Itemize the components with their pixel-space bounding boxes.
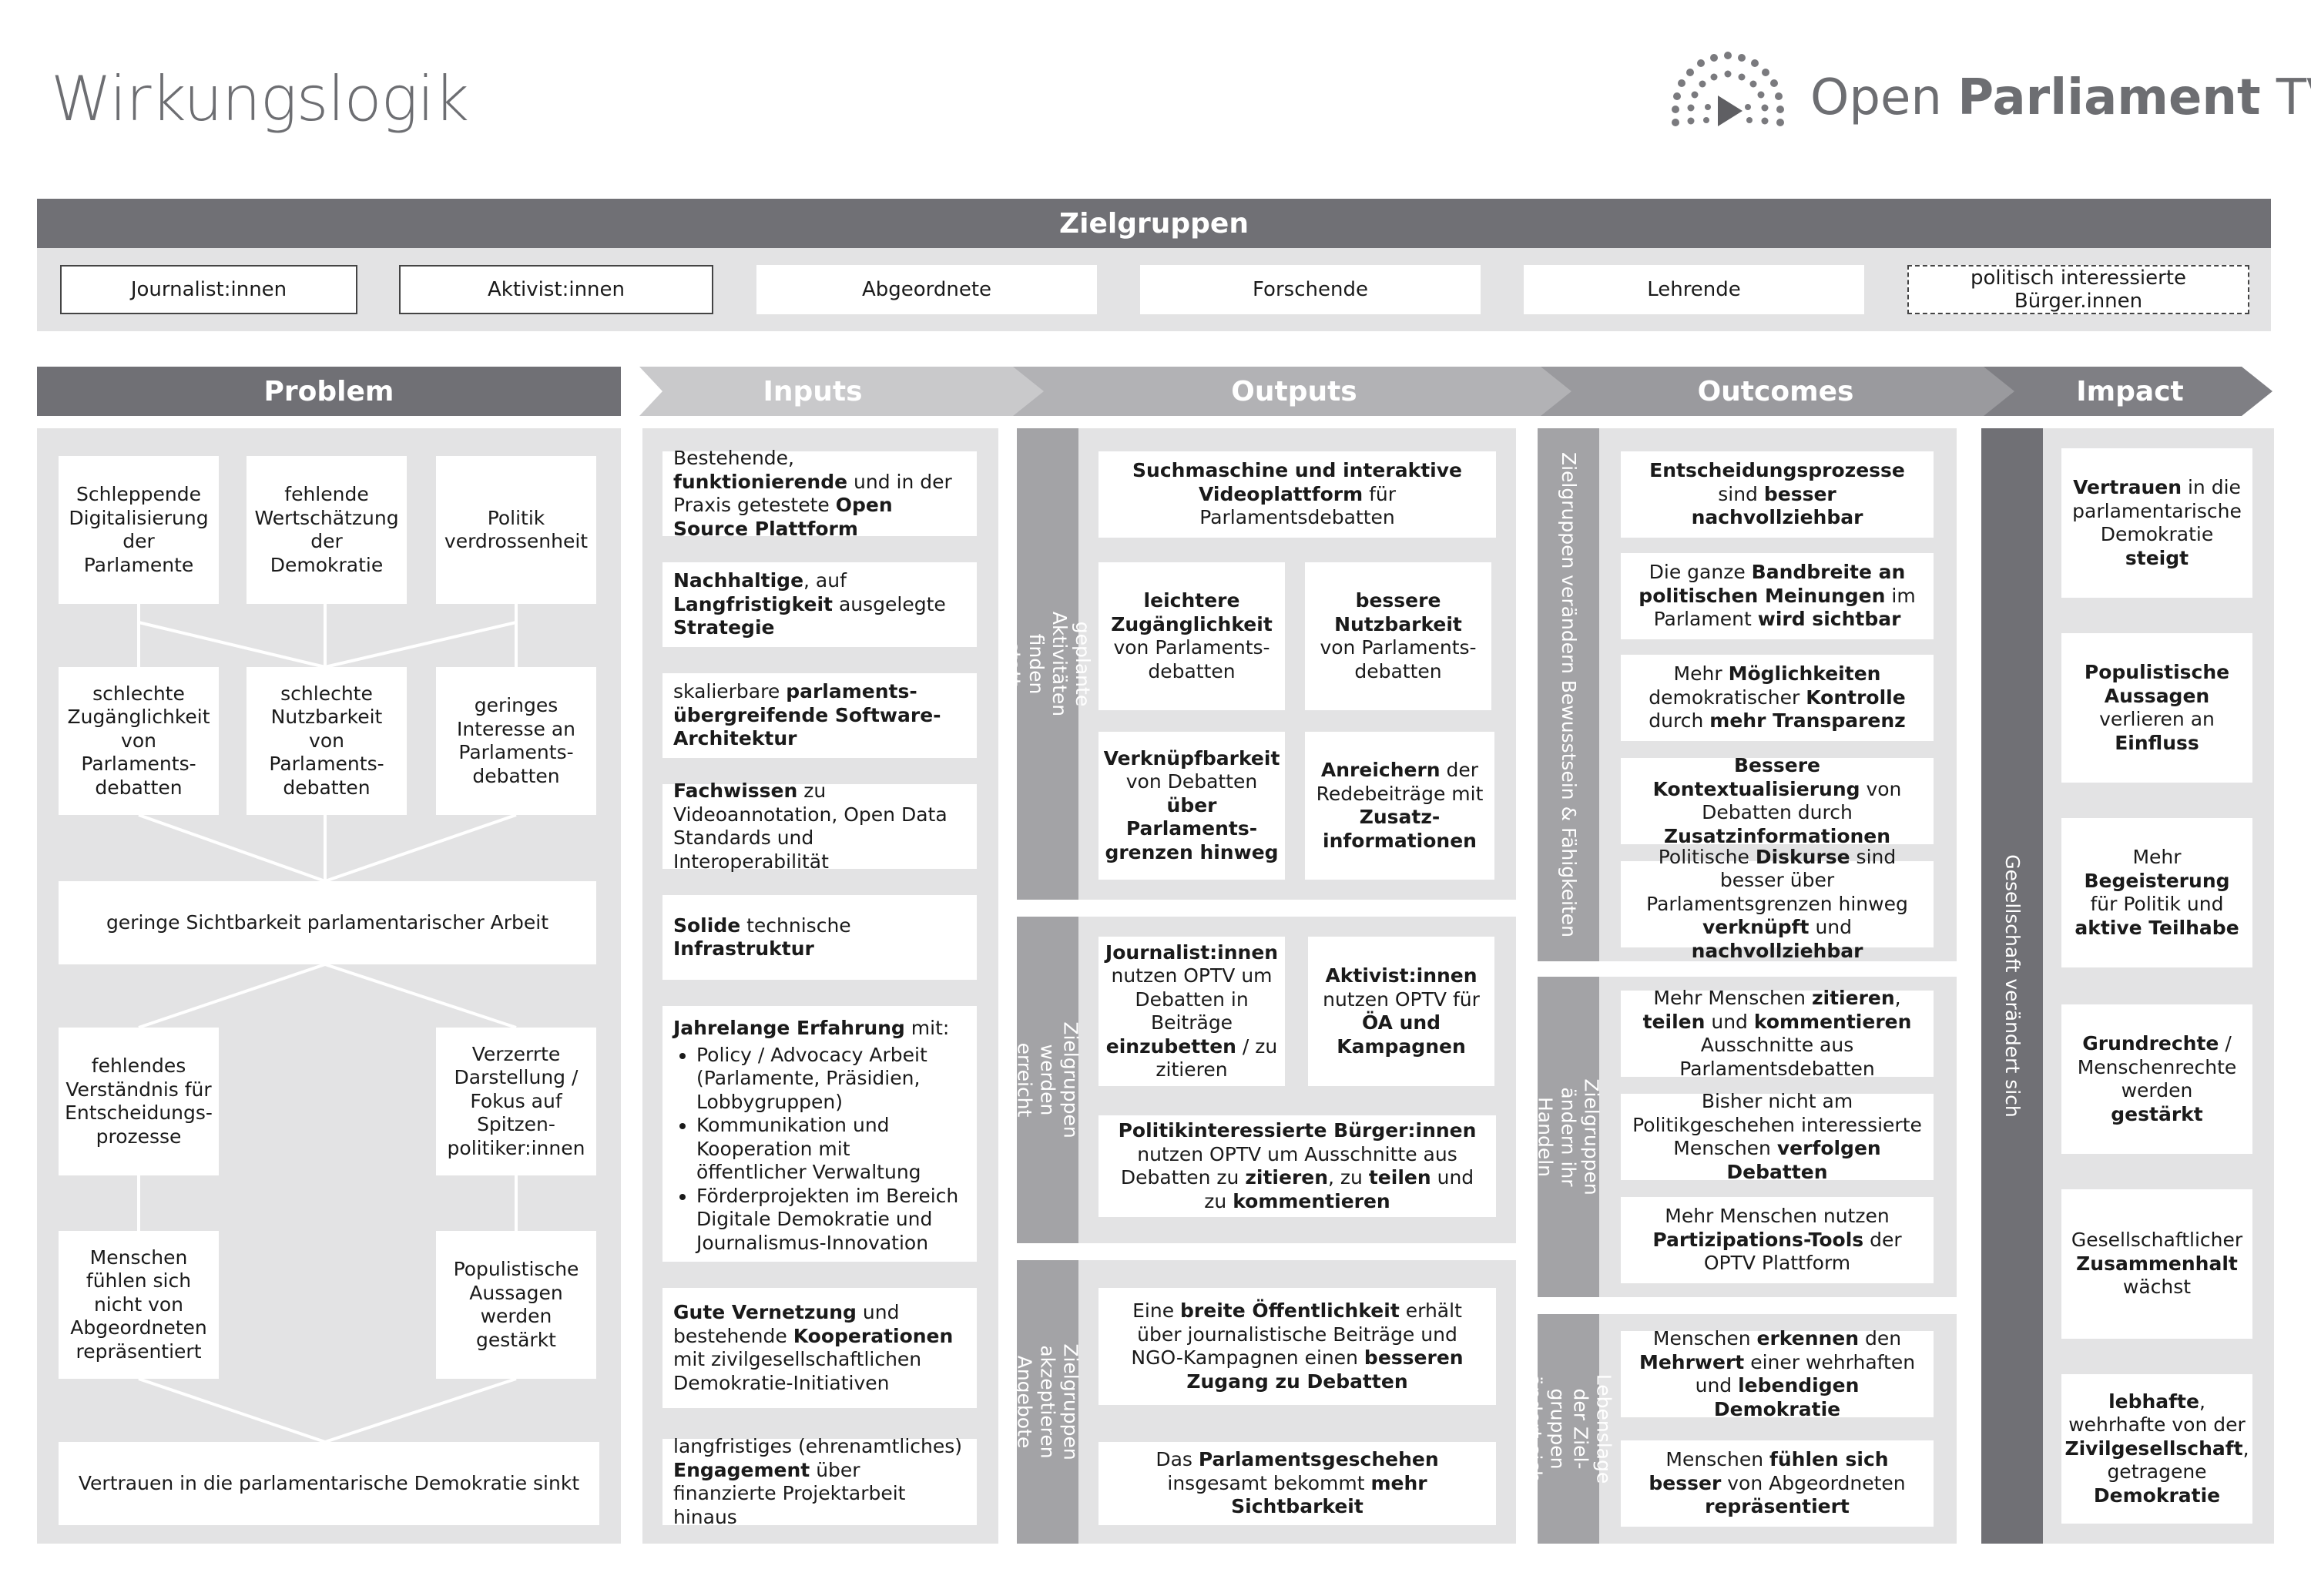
input-experience: Jahrelange Erfahrung mit: Policy / Advoc… bbox=[662, 1006, 977, 1262]
outcomes-label-situation: Lebenslage der Ziel-gruppen ändert sich bbox=[1523, 1314, 1615, 1544]
output-usability: bessere Nutzbarkeit von Parlaments-debat… bbox=[1305, 562, 1491, 710]
input-network: Gute Vernetzung und bestehende Kooperati… bbox=[662, 1288, 977, 1408]
input-infrastructure: Solide technische Infrastruktur bbox=[662, 895, 977, 980]
target-group-activists: Aktivist:innen bbox=[399, 265, 713, 314]
problem-slow-digitalisation: Schleppende Digitalisierung der Parlamen… bbox=[59, 456, 219, 604]
outcome-decision-processes: Entscheidungsprozesse sind besser nachvo… bbox=[1621, 451, 1934, 538]
input-engagement: langfristiges (ehrenamtliches) Engagemen… bbox=[662, 1435, 977, 1528]
impact-label-society: Gesellschaft verändert sich bbox=[1981, 428, 2043, 1544]
column-header-impact: Impact bbox=[2076, 375, 2184, 407]
input-architecture: skalierbare parlaments-übergreifende Sof… bbox=[662, 673, 977, 758]
output-linkability: Verknüpfbarkeit von Debatten über Parlam… bbox=[1098, 732, 1285, 880]
output-activists: Aktivist:innen nutzen OPTV für ÖA und Ka… bbox=[1308, 937, 1494, 1086]
impact-rights-strengthened: Grundrechte / Menschenrechte werden gest… bbox=[2061, 1004, 2252, 1154]
outcome-quote-share: Mehr Menschen zitieren, teilen und komme… bbox=[1621, 987, 1934, 1080]
problem-low-visibility: geringe Sichtbarkeit parlamentarischer A… bbox=[59, 881, 596, 964]
logo-text: Open Parliament TV bbox=[1810, 69, 2311, 126]
column-header-problem: Problem bbox=[263, 375, 394, 407]
output-journalists: Journalist:innen nutzen OPTV um Debatten… bbox=[1098, 937, 1285, 1086]
target-group-journalists: Journalist:innen bbox=[60, 265, 357, 314]
list-item: Förderprojekten im Bereich Digitale Demo… bbox=[696, 1185, 966, 1256]
output-parliament-visibility: Das Parlamentsgeschehen insgesamt bekomm… bbox=[1098, 1442, 1496, 1525]
impact-enthusiasm: Mehr Begeisterung für Politik und aktive… bbox=[2061, 818, 2252, 967]
output-citizens: Politikinteressierte Bürger:innen nutzen… bbox=[1098, 1115, 1496, 1217]
experience-list: Policy / Advocacy Arbeit (Parlamente, Pr… bbox=[696, 1044, 966, 1256]
zielgruppen-header: Zielgruppen bbox=[37, 199, 2271, 248]
outcome-range-of-opinions: Die ganze Bandbreite an politischen Mein… bbox=[1621, 553, 1934, 639]
list-item: Policy / Advocacy Arbeit (Parlamente, Pr… bbox=[696, 1044, 966, 1115]
outcome-recognise-value: Menschen erkennen den Mehrwert einer weh… bbox=[1621, 1327, 1934, 1420]
problem-trust-declines: Vertrauen in die parlamentarische Demokr… bbox=[59, 1442, 599, 1525]
outputs-label-reached: Zielgruppen werden erreicht bbox=[1014, 917, 1082, 1243]
target-group-mps: Abgeordnete bbox=[756, 265, 1097, 314]
page-title: Wirkungslogik bbox=[51, 63, 469, 135]
outcomes-label-behaviour: Zielgruppen ändern ihr Handeln bbox=[1535, 977, 1603, 1297]
output-public: Eine breite Öffentlichkeit erhält über j… bbox=[1098, 1288, 1496, 1405]
input-strategy: Nachhaltige, auf Langfristigkeit ausgele… bbox=[662, 562, 977, 647]
problem-poor-usability: schlechte Nutzbarkeit von Parlaments-deb… bbox=[247, 667, 407, 815]
target-group-researchers: Forschende bbox=[1140, 265, 1481, 314]
output-search-engine: Suchmaschine und interaktive Videoplattf… bbox=[1098, 451, 1496, 538]
input-platform: Bestehende, funktionierende und in der P… bbox=[662, 447, 977, 540]
column-header-outputs: Outputs bbox=[1231, 375, 1357, 407]
impact-lively-democracy: lebhafte, wehrhafte von der Zivilgesells… bbox=[2061, 1374, 2252, 1524]
column-header-inputs: Inputs bbox=[763, 375, 863, 407]
outcome-feel-represented: Menschen fühlen sich besser von Abgeordn… bbox=[1621, 1440, 1934, 1527]
logo-dots-icon bbox=[1672, 52, 1784, 126]
outputs-label-accepted: Zielgruppen akzeptieren Angebote bbox=[1014, 1260, 1082, 1544]
impact-cohesion: Gesellschaftlicher Zusammenhalt wächst bbox=[2061, 1189, 2252, 1339]
outcome-follow-debates: Bisher nicht am Politikgeschehen interes… bbox=[1621, 1090, 1934, 1183]
outcome-discourses: Politische Diskurse sind besser über Par… bbox=[1621, 846, 1934, 962]
outcome-participation-tools: Mehr Menschen nutzen Partizipations-Tool… bbox=[1621, 1197, 1934, 1283]
problem-political-disenchantment: Politik verdrossenheit bbox=[436, 456, 596, 604]
impact-trust-rises: Vertrauen in die parlamentarische Demokr… bbox=[2061, 448, 2252, 598]
target-group-teachers: Lehrende bbox=[1524, 265, 1864, 314]
problem-not-represented: Menschen fühlen sich nicht von Abgeordne… bbox=[59, 1231, 219, 1379]
outcome-democratic-control: Mehr Möglichkeiten demokratischer Kontro… bbox=[1621, 655, 1934, 741]
outcomes-label-awareness: Zielgruppen verändern Bewusstsein & Fähi… bbox=[1538, 428, 1599, 961]
outcome-contextualisation: Bessere Kontextualisierung von Debatten … bbox=[1621, 754, 1934, 847]
output-enrichment: Anreichern der Redebeiträge mit Zusatz-i… bbox=[1305, 732, 1494, 880]
problem-distorted-portrayal: Verzerrte Darstellung / Fokus auf Spitze… bbox=[436, 1028, 596, 1175]
problem-populism-strengthened: Populistische Aussagen werden gestärkt bbox=[436, 1231, 596, 1379]
column-header-outcomes: Outcomes bbox=[1697, 375, 1854, 407]
problem-low-interest: geringes Interesse an Parlaments-debatte… bbox=[436, 667, 596, 815]
logo: Open Parliament TV bbox=[1656, 34, 2311, 142]
problem-lacking-appreciation: fehlende Wertschätzung der Demokratie bbox=[247, 456, 407, 604]
outputs-label-activities: geplante Aktivitäten finden statt bbox=[1002, 428, 1094, 900]
problem-lacking-understanding: fehlendes Verständnis für Entscheidungs-… bbox=[59, 1028, 219, 1175]
problem-poor-accessibility: schlechte Zugänglichkeit von Parlaments-… bbox=[59, 667, 219, 815]
impact-populism-declines: Populistische Aussagen verlieren an Einf… bbox=[2061, 633, 2252, 783]
list-item: Kommunikation und Kooperation mit öffent… bbox=[696, 1114, 966, 1185]
target-group-citizens: politisch interessierte Bürger.innen bbox=[1907, 265, 2249, 314]
output-accessibility: leichtere Zugänglichkeit von Parlaments-… bbox=[1098, 562, 1285, 710]
input-expertise: Fachwissen zu Videoannotation, Open Data… bbox=[662, 780, 977, 873]
